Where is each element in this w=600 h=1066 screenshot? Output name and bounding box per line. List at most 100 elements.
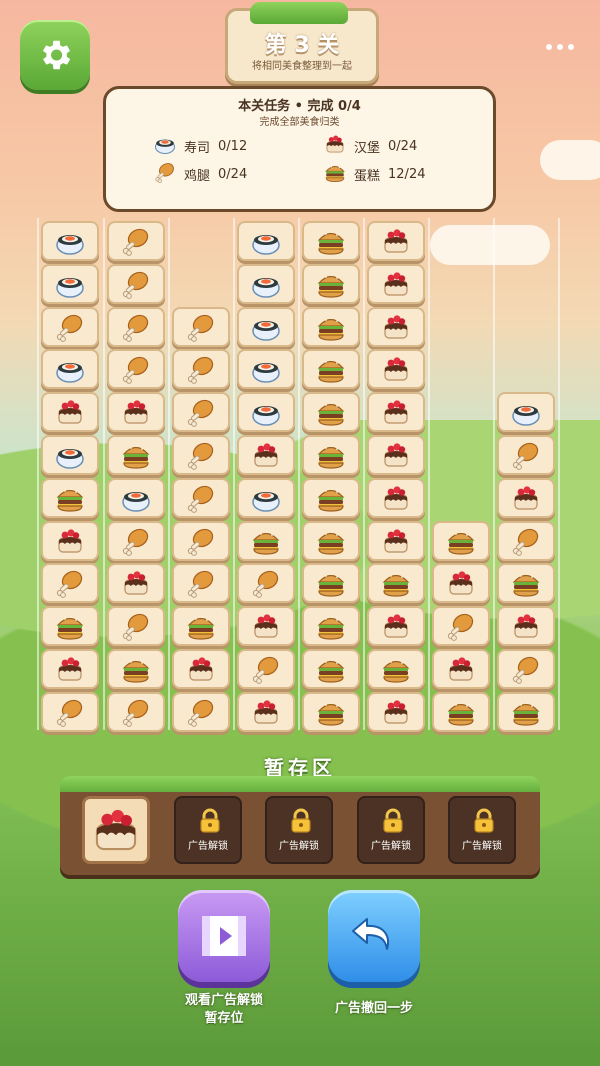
tile-chicken[interactable] xyxy=(172,392,230,433)
tile-cake[interactable] xyxy=(107,563,165,604)
tile-burger[interactable] xyxy=(237,520,295,561)
settings-button[interactable] xyxy=(20,20,90,90)
tile-burger[interactable] xyxy=(302,306,360,347)
tile-burger[interactable] xyxy=(107,649,165,689)
tile-cake[interactable] xyxy=(172,649,230,689)
watch-ad-unlock-button[interactable] xyxy=(178,890,270,982)
tile-cake[interactable] xyxy=(367,606,425,647)
tile-chicken[interactable] xyxy=(107,221,165,261)
tile-chicken[interactable] xyxy=(107,606,165,647)
tile-chicken[interactable] xyxy=(172,349,230,390)
tile-burger[interactable] xyxy=(302,435,360,475)
tile-chicken[interactable] xyxy=(107,306,165,347)
tile-burger[interactable] xyxy=(41,477,99,518)
tile-burger[interactable] xyxy=(302,477,360,518)
storage-slot-locked[interactable]: 广告解锁 xyxy=(265,796,333,864)
tile-cake[interactable] xyxy=(367,435,425,475)
tile-sushi[interactable] xyxy=(237,306,295,347)
tile-cake[interactable] xyxy=(432,563,490,604)
storage-slot-locked[interactable]: 广告解锁 xyxy=(357,796,425,864)
tile-burger[interactable] xyxy=(302,649,360,689)
tile-chicken[interactable] xyxy=(172,563,230,604)
tile-burger[interactable] xyxy=(497,563,555,604)
tile-chicken[interactable] xyxy=(107,520,165,561)
tile-chicken[interactable] xyxy=(172,691,230,732)
tile-sushi[interactable] xyxy=(237,349,295,390)
tile-sushi[interactable] xyxy=(41,435,99,475)
tile-chicken[interactable] xyxy=(237,649,295,689)
tile-chicken[interactable] xyxy=(172,306,230,347)
burger-icon xyxy=(317,487,345,512)
tile-sushi[interactable] xyxy=(41,221,99,261)
tile-burger[interactable] xyxy=(497,691,555,732)
tile-chicken[interactable] xyxy=(107,349,165,390)
tile-chicken[interactable] xyxy=(172,520,230,561)
undo-button[interactable] xyxy=(328,890,420,982)
tile-chicken[interactable] xyxy=(41,691,99,732)
tile-sushi[interactable] xyxy=(237,477,295,518)
cake-icon xyxy=(254,700,278,724)
tile-cake[interactable] xyxy=(41,649,99,689)
tile-cake[interactable] xyxy=(432,649,490,689)
tile-cake[interactable] xyxy=(41,520,99,561)
tile-cake[interactable] xyxy=(237,606,295,647)
tile-cake[interactable] xyxy=(237,691,295,732)
tile-cake[interactable] xyxy=(367,520,425,561)
tile-sushi[interactable] xyxy=(497,392,555,433)
tile-sushi[interactable] xyxy=(41,349,99,390)
storage-slot-filled[interactable] xyxy=(82,796,150,864)
tile-cake[interactable] xyxy=(367,263,425,304)
tile-burger[interactable] xyxy=(302,263,360,304)
tile-cake[interactable] xyxy=(367,392,425,433)
tile-burger[interactable] xyxy=(302,563,360,604)
sushi-icon xyxy=(252,363,280,384)
storage-slot-locked[interactable]: 广告解锁 xyxy=(174,796,242,864)
tile-burger[interactable] xyxy=(302,221,360,261)
tile-chicken[interactable] xyxy=(497,649,555,689)
storage-slot-locked[interactable]: 广告解锁 xyxy=(448,796,516,864)
cake-icon xyxy=(254,614,278,638)
more-menu-button[interactable] xyxy=(542,40,578,54)
tile-cake[interactable] xyxy=(367,477,425,518)
tile-burger[interactable] xyxy=(302,392,360,433)
tile-cake[interactable] xyxy=(497,606,555,647)
drumstick-icon xyxy=(187,528,214,556)
tile-cake[interactable] xyxy=(367,221,425,261)
tile-sushi[interactable] xyxy=(237,221,295,261)
tile-cake[interactable] xyxy=(41,392,99,433)
tile-chicken[interactable] xyxy=(107,263,165,304)
tile-burger[interactable] xyxy=(302,606,360,647)
tile-burger[interactable] xyxy=(367,563,425,604)
tile-burger[interactable] xyxy=(302,691,360,732)
tile-sushi[interactable] xyxy=(237,392,295,433)
tile-cake[interactable] xyxy=(367,349,425,390)
tile-chicken[interactable] xyxy=(41,563,99,604)
tile-chicken[interactable] xyxy=(497,435,555,475)
tile-chicken[interactable] xyxy=(107,691,165,732)
tile-chicken[interactable] xyxy=(41,306,99,347)
tile-cake[interactable] xyxy=(107,392,165,433)
burger-icon xyxy=(324,161,346,187)
tile-burger[interactable] xyxy=(41,606,99,647)
tile-burger[interactable] xyxy=(432,520,490,561)
tile-chicken[interactable] xyxy=(172,435,230,475)
tile-burger[interactable] xyxy=(107,435,165,475)
dot-icon xyxy=(557,44,563,50)
tile-cake[interactable] xyxy=(497,477,555,518)
tile-sushi[interactable] xyxy=(41,263,99,304)
tile-chicken[interactable] xyxy=(237,563,295,604)
tile-burger[interactable] xyxy=(432,691,490,732)
tile-chicken[interactable] xyxy=(432,606,490,647)
tile-chicken[interactable] xyxy=(172,477,230,518)
tile-burger[interactable] xyxy=(302,520,360,561)
tile-sushi[interactable] xyxy=(237,263,295,304)
tile-burger[interactable] xyxy=(367,649,425,689)
tile-chicken[interactable] xyxy=(497,520,555,561)
tile-cake[interactable] xyxy=(367,306,425,347)
tile-cake[interactable] xyxy=(367,691,425,732)
tile-cake[interactable] xyxy=(237,435,295,475)
task-title: 本关任务 • 完成 0/4 xyxy=(238,99,361,114)
tile-sushi[interactable] xyxy=(107,477,165,518)
tile-burger[interactable] xyxy=(172,606,230,647)
tile-burger[interactable] xyxy=(302,349,360,390)
